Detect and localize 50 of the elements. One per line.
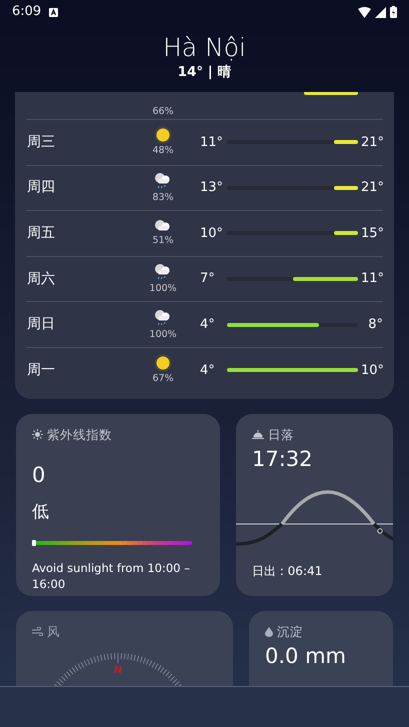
- day-label: 周三: [26, 132, 56, 152]
- status-time: 6:09: [12, 3, 42, 22]
- sun-icon: [32, 429, 43, 440]
- drop-icon: [265, 626, 273, 637]
- high-temperature: 15°: [361, 224, 383, 243]
- high-temperature: 10°: [361, 362, 383, 380]
- high-temperature: 21°: [361, 179, 383, 198]
- uv-advice: Avoid sunlight from 10:00 – 16:00: [32, 561, 191, 592]
- precipitation-chance: 66%: [152, 104, 174, 119]
- high-temperature: 21°: [361, 134, 383, 152]
- sunset-title: 日落: [268, 426, 294, 444]
- high-temperature: 11°: [361, 270, 383, 288]
- day-label: 周五: [26, 224, 56, 243]
- low-temperature: 7°: [200, 270, 216, 288]
- day-label: 周六: [26, 270, 56, 289]
- day-label: 周四: [26, 178, 56, 198]
- uv-title: 紫外线指数: [47, 426, 112, 444]
- temperature-range-fill: [304, 92, 358, 95]
- low-temperature: 10°: [200, 224, 224, 243]
- low-temperature: 4°: [200, 316, 216, 334]
- precipitation-chance: 100%: [149, 282, 177, 296]
- wind-title: 风: [47, 622, 60, 641]
- wifi-icon: [358, 6, 371, 18]
- low-temperature: 11°: [200, 134, 224, 152]
- precipitation-chance: 48%: [152, 144, 174, 158]
- day-label: 周日: [26, 315, 56, 334]
- uv-category: 低: [32, 500, 50, 524]
- city-name: Hà Nội: [162, 34, 246, 62]
- wind-icon: [32, 627, 43, 636]
- precipitation-chance: 100%: [149, 328, 177, 342]
- day-label: 周一: [26, 360, 56, 380]
- notification-icon: [49, 8, 58, 16]
- precipitation-value: 0.0 mm: [265, 643, 347, 670]
- sunrise-time: 日出 : 06:41: [251, 562, 324, 580]
- high-temperature: 8°: [367, 316, 383, 334]
- sunset-time: 17:32: [251, 446, 314, 474]
- compass-north-label: N: [114, 665, 122, 676]
- low-temperature: 13°: [200, 179, 224, 198]
- signal-icon: [375, 6, 386, 18]
- sunset-icon: [252, 430, 264, 440]
- uv-value: 0: [32, 462, 46, 490]
- precipitation-chance: 51%: [152, 234, 174, 248]
- sun-icon: [154, 354, 172, 372]
- low-temperature: 4°: [200, 362, 216, 380]
- precipitation-chance: 67%: [152, 372, 174, 386]
- precipitation-chance: 83%: [152, 190, 174, 205]
- battery-icon: [390, 6, 397, 18]
- weather-summary: 14° | 晴: [178, 62, 232, 82]
- sun-icon: [154, 126, 172, 144]
- precipitation-title: 沉淀: [277, 622, 303, 641]
